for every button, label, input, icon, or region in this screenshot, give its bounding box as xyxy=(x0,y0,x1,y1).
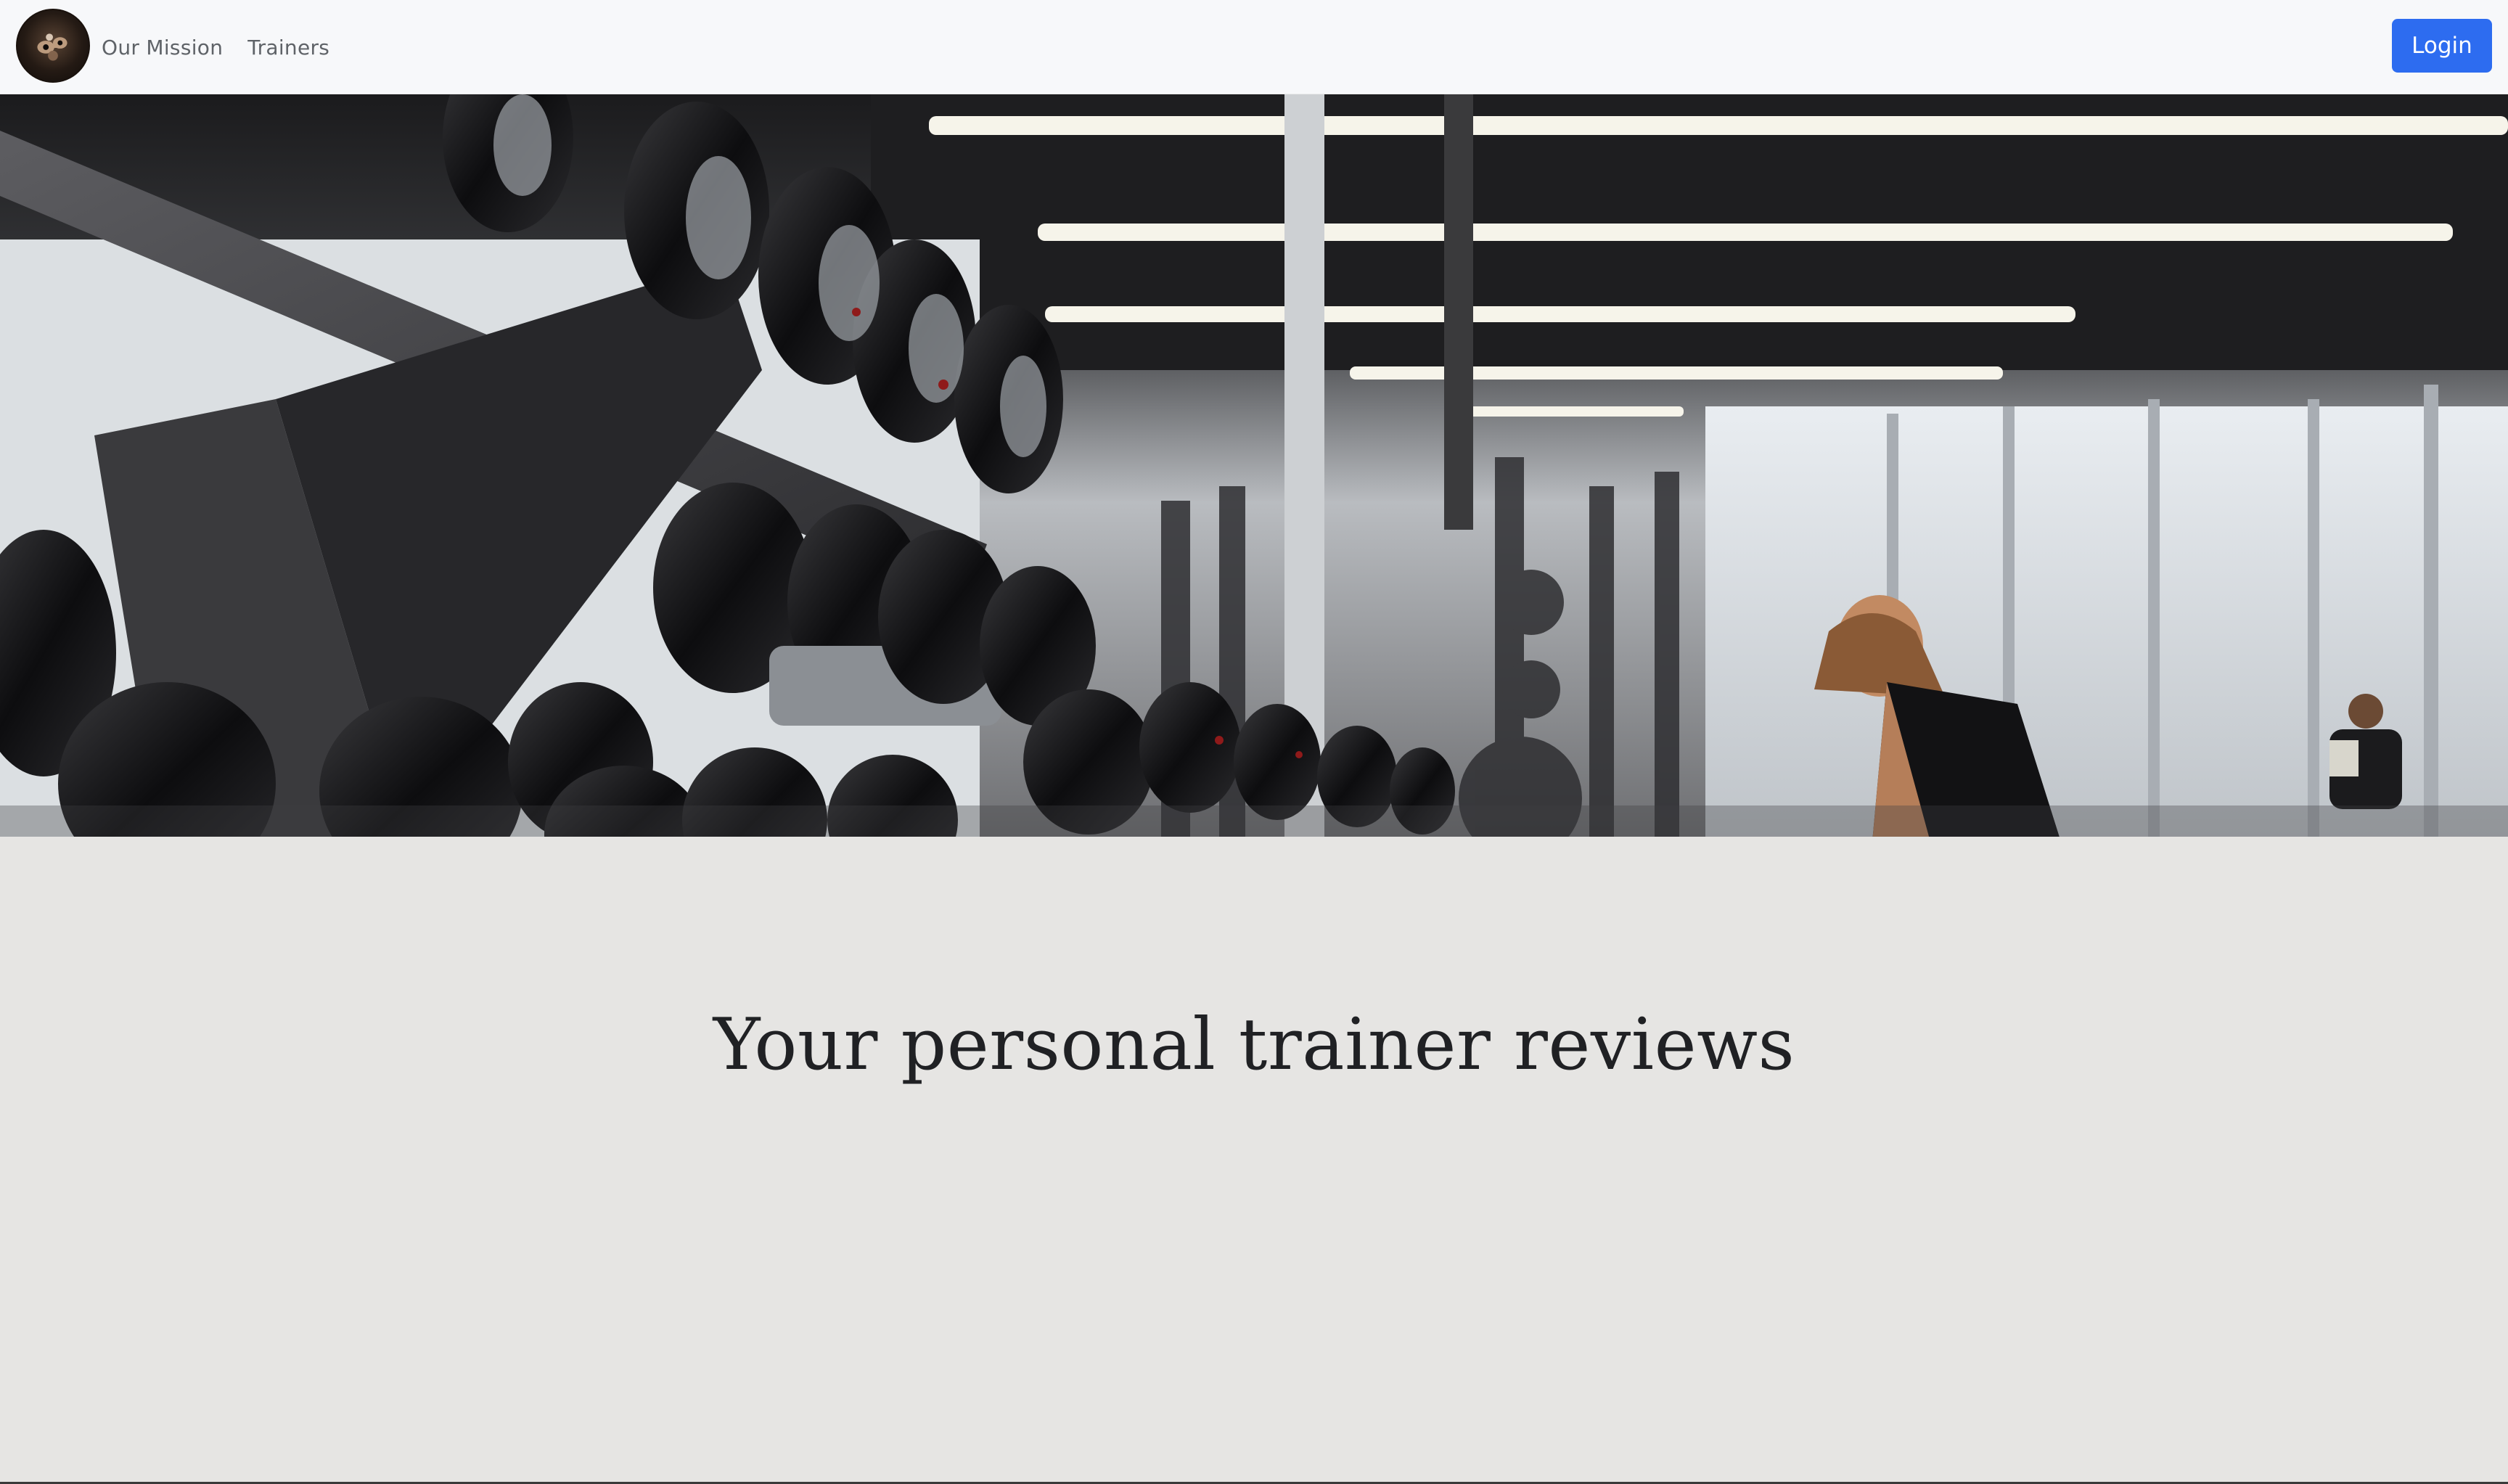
gym-logo-icon[interactable] xyxy=(16,9,90,83)
login-button[interactable]: Login xyxy=(2392,19,2492,73)
primary-nav: Our Mission Trainers xyxy=(102,0,329,94)
top-navbar: Our Mission Trainers Login xyxy=(0,0,2508,94)
page-headline: Your personal trainer reviews xyxy=(713,1004,1795,1086)
hero-banner-image xyxy=(0,94,2508,837)
nav-link-trainers[interactable]: Trainers xyxy=(247,36,329,60)
nav-link-our-mission[interactable]: Our Mission xyxy=(102,36,223,60)
main-content: Your personal trainer reviews xyxy=(0,837,2508,1484)
gym-photo xyxy=(0,94,2508,837)
